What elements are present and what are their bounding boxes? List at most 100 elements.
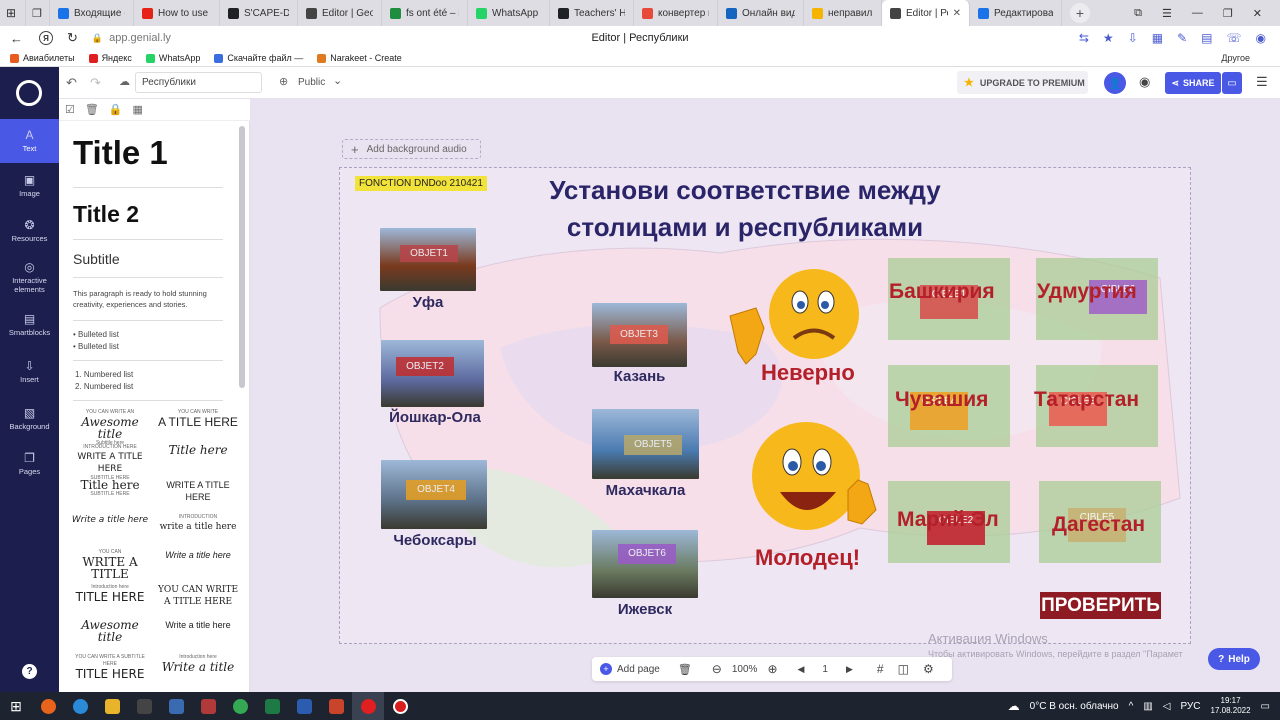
- taskbar-firefox[interactable]: [32, 692, 64, 720]
- wrong-feedback[interactable]: Неверно: [761, 360, 855, 386]
- preset-bulleted-list[interactable]: • Bulleted list • Bulleted list: [73, 329, 119, 353]
- prev-page-icon[interactable]: ◀: [798, 664, 805, 675]
- minimize-icon[interactable]: —: [1192, 7, 1203, 20]
- browser-tab[interactable]: Teachers' Hap: [550, 0, 634, 26]
- volume-icon[interactable]: ◁: [1163, 701, 1171, 712]
- bookmark-star-icon[interactable]: ★: [1103, 31, 1114, 45]
- taskbar-explorer[interactable]: [96, 692, 128, 720]
- browser-tab[interactable]: fs ont été – ne: [382, 0, 468, 26]
- city-photo[interactable]: OBJET2: [381, 340, 484, 407]
- url-text[interactable]: app.genial.ly: [109, 32, 171, 44]
- taskbar-calculator[interactable]: [128, 692, 160, 720]
- bookmark-item[interactable]: Яндекс: [88, 53, 132, 63]
- next-page-icon[interactable]: ▶: [846, 664, 853, 675]
- text-style-preset[interactable]: Introduction here Write a title: [157, 654, 239, 673]
- browser-tab[interactable]: How to use S: [134, 0, 220, 26]
- rail-item-insert[interactable]: ⇩ Insert: [0, 350, 59, 394]
- extension-pen-icon[interactable]: ✎: [1177, 31, 1187, 45]
- tab-folder[interactable]: ❐: [26, 0, 50, 26]
- preset-paragraph[interactable]: This paragraph is ready to hold stunning…: [73, 288, 223, 310]
- text-style-preset[interactable]: Title here: [157, 444, 239, 456]
- taskbar-app[interactable]: [160, 692, 192, 720]
- object-tag[interactable]: OBJET4: [406, 480, 466, 500]
- document-name-input[interactable]: [135, 72, 262, 93]
- browser-tab[interactable]: Редактироват: [970, 0, 1062, 26]
- taskbar-app2[interactable]: [192, 692, 224, 720]
- restore-icon[interactable]: ❐: [1223, 7, 1233, 20]
- browser-tab[interactable]: Онлайн виде: [718, 0, 804, 26]
- preset-numbered-list[interactable]: 1. Numbered list 2. Numbered list: [75, 369, 133, 393]
- browser-tab[interactable]: Editor | Рес ✕: [882, 0, 970, 26]
- present-button[interactable]: ▭: [1222, 72, 1242, 94]
- rail-item-resources[interactable]: ❂ Resources: [0, 209, 59, 253]
- text-style-preset[interactable]: YOU CAN WRITE A SUBTITLE HERE TITLE HERE: [69, 654, 151, 680]
- taskbar-recorder[interactable]: [384, 692, 416, 720]
- city-photo[interactable]: OBJET6: [592, 530, 698, 598]
- taskbar-powerpoint[interactable]: [320, 692, 352, 720]
- upgrade-button[interactable]: ★ UPGRADE TO PREMIUM: [957, 71, 1088, 94]
- browser-tab[interactable]: неправильно: [804, 0, 882, 26]
- help-circle-icon[interactable]: ?: [22, 664, 37, 679]
- rail-item-pages[interactable]: ❐ Pages: [0, 442, 59, 486]
- keyboard-lang[interactable]: РУС: [1180, 701, 1200, 712]
- preview-eye-icon[interactable]: ◉: [1139, 74, 1150, 90]
- preset-title-2[interactable]: Title 2: [73, 201, 139, 228]
- tray-chevron-icon[interactable]: ^: [1129, 701, 1134, 712]
- object-tag[interactable]: OBJET6: [618, 544, 676, 564]
- bookmark-list-icon[interactable]: ☰: [1162, 7, 1172, 20]
- profile-icon[interactable]: ◉: [1256, 31, 1266, 45]
- extension-chat-icon[interactable]: ☏: [1227, 31, 1242, 45]
- back-icon[interactable]: ←: [10, 31, 23, 46]
- text-style-preset[interactable]: WRITE A TITLE HERE: [157, 479, 239, 503]
- object-tag[interactable]: OBJET3: [610, 325, 668, 344]
- layout-icon[interactable]: ◫: [898, 662, 909, 676]
- text-style-preset[interactable]: Title here SUBTITLE HERE: [69, 479, 151, 498]
- slide-heading[interactable]: Установи соответствие между столицами и …: [460, 172, 1030, 246]
- preset-subtitle[interactable]: Subtitle: [73, 251, 120, 267]
- menu-icon[interactable]: ☰: [1256, 74, 1268, 90]
- translate-icon[interactable]: ⇆: [1079, 31, 1089, 45]
- notification-icon[interactable]: ▭: [1261, 701, 1270, 712]
- browser-tab[interactable]: WhatsApp: [468, 0, 550, 26]
- browser-tab[interactable]: Editor | Georg: [298, 0, 382, 26]
- close-window-icon[interactable]: ✕: [1253, 7, 1262, 20]
- bookmark-item[interactable]: Narakeet - Create: [317, 53, 402, 63]
- text-style-preset[interactable]: YOU CAN WRITE A TITLE: [69, 549, 151, 580]
- text-style-preset[interactable]: Awesome title: [69, 619, 151, 643]
- taskbar-excel[interactable]: [256, 692, 288, 720]
- text-style-preset[interactable]: INTRODUCTION write a title here: [157, 514, 239, 533]
- reload-icon[interactable]: ↻: [67, 30, 78, 46]
- city-photo[interactable]: OBJET4: [381, 460, 487, 529]
- browser-tab[interactable]: Входящие - Г: [50, 0, 134, 26]
- rail-item-background[interactable]: ▧ Background: [0, 397, 59, 441]
- taskbar-chrome[interactable]: [224, 692, 256, 720]
- object-tag[interactable]: OBJET1: [400, 245, 458, 262]
- browser-tab[interactable]: S'CAPE-DND: [220, 0, 298, 26]
- extension-book-icon[interactable]: ▦: [1152, 31, 1163, 45]
- chevron-down-icon[interactable]: ⌄: [333, 74, 342, 87]
- redo-icon[interactable]: ↷: [90, 75, 101, 91]
- text-style-preset[interactable]: Introduction here TITLE HERE: [69, 584, 151, 603]
- new-tab-button[interactable]: +: [1070, 3, 1090, 23]
- rail-item-smartblocks[interactable]: ▤ Smartblocks: [0, 303, 59, 347]
- rail-item-image[interactable]: ▣ Image: [0, 164, 59, 208]
- correct-feedback[interactable]: Молодец!: [755, 545, 860, 571]
- taskbar-ie[interactable]: [64, 692, 96, 720]
- bookmark-item[interactable]: Авиабилеты: [10, 53, 75, 63]
- yandex-icon[interactable]: Я: [39, 31, 53, 45]
- grid-icon[interactable]: #: [877, 662, 884, 676]
- help-button[interactable]: ? Help: [1208, 648, 1260, 670]
- taskbar-yandex[interactable]: [352, 692, 384, 720]
- delete-page-icon[interactable]: 🗑: [678, 663, 692, 676]
- preset-title-1[interactable]: Title 1: [73, 134, 168, 172]
- tab-actions[interactable]: ⊞: [0, 0, 26, 26]
- text-style-preset[interactable]: INTRODUCTION HERE WRITE A TITLE HERE SUBTI…: [69, 444, 151, 482]
- close-tab-icon[interactable]: ✕: [953, 8, 961, 19]
- select-icon[interactable]: ☑: [65, 103, 75, 116]
- text-style-preset[interactable]: Write a title here: [157, 549, 239, 561]
- collaborators-icon[interactable]: 👤: [1104, 72, 1126, 94]
- text-style-preset[interactable]: YOU CAN WRITE A TITLE HERE: [157, 409, 239, 428]
- zoom-in-icon[interactable]: ⊕: [767, 662, 777, 676]
- genially-logo[interactable]: [16, 80, 42, 106]
- city-photo[interactable]: OBJET3: [592, 303, 687, 367]
